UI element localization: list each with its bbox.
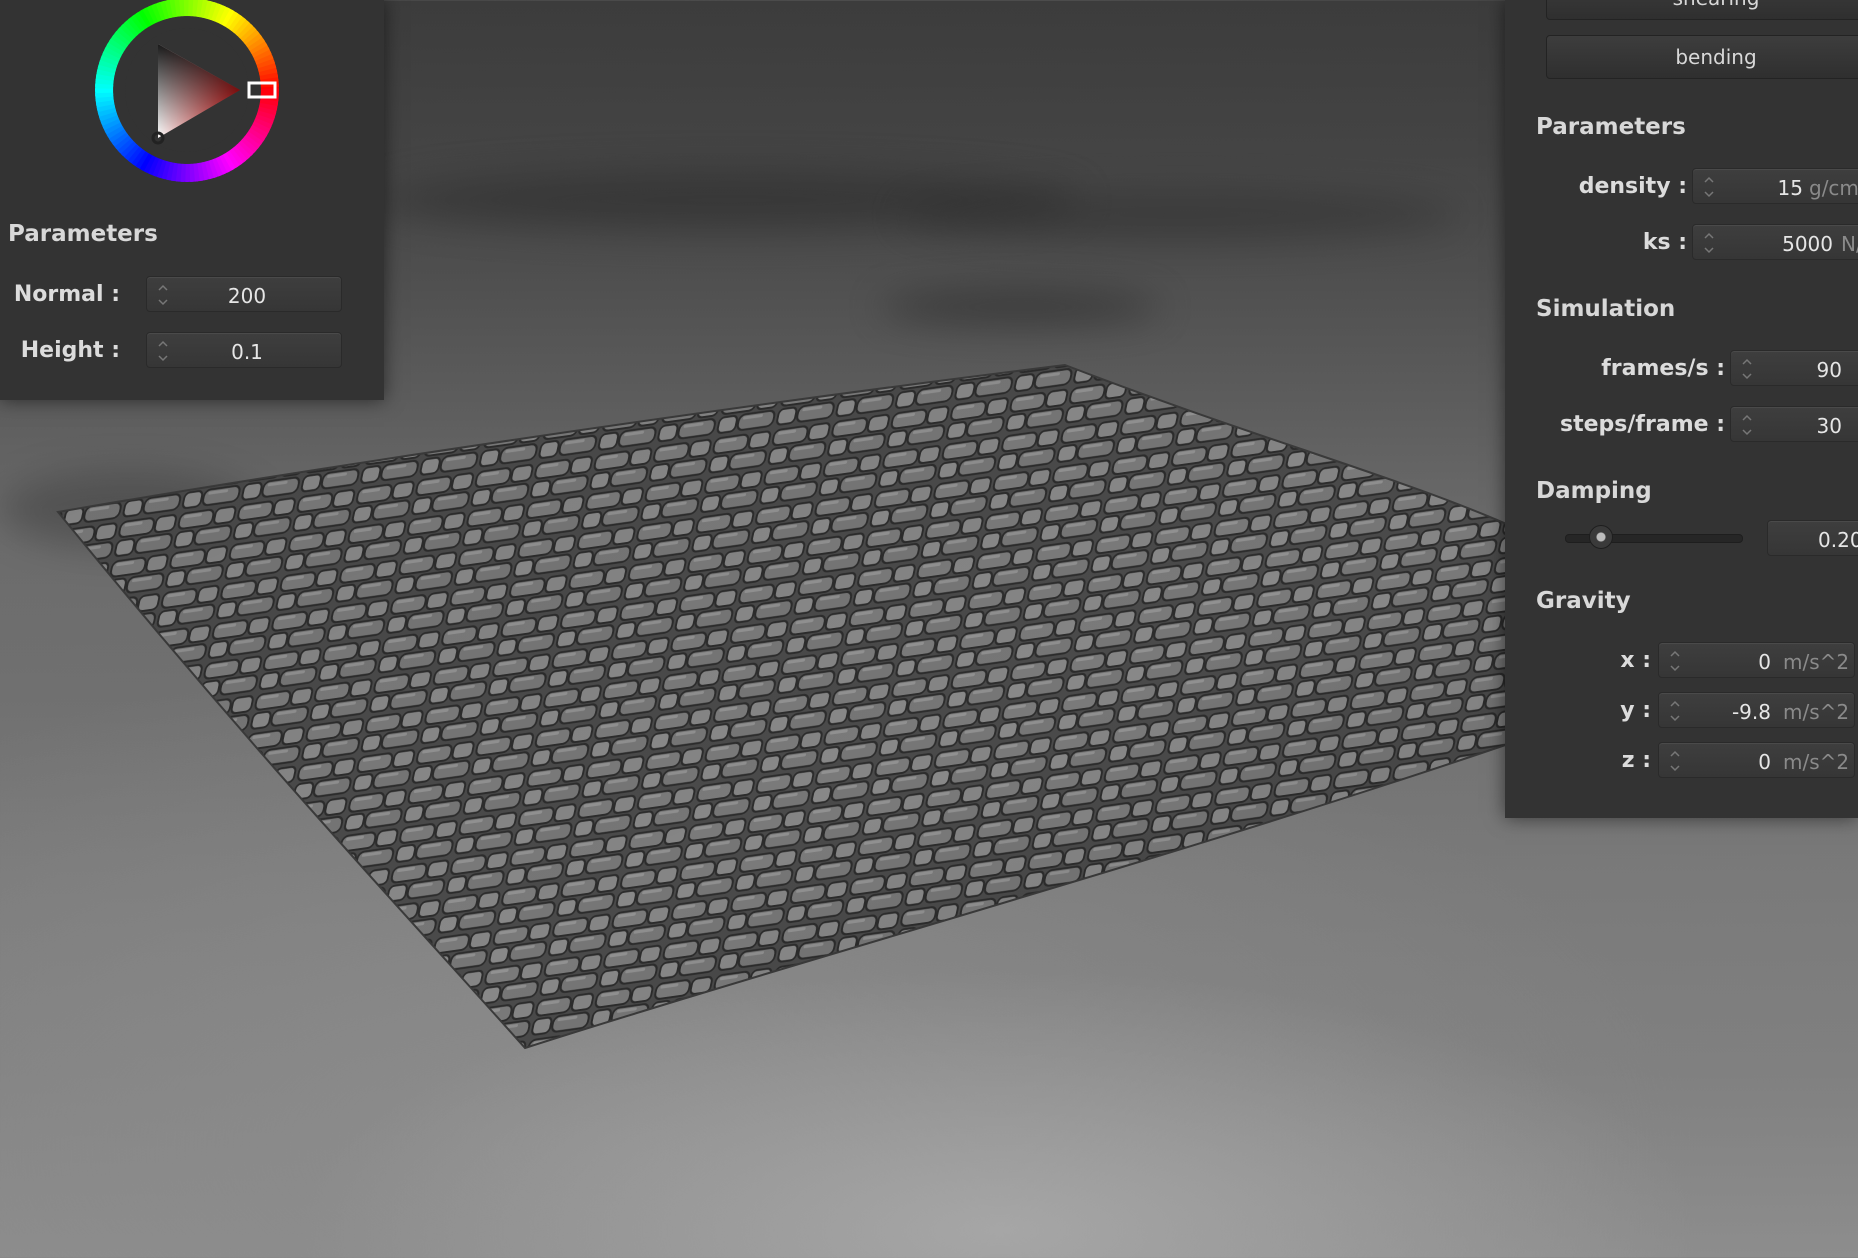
- density-unit: g/cm: [1809, 176, 1858, 200]
- gravity-x-spinbox[interactable]: 0 m/s^2: [1658, 642, 1855, 678]
- gravity-z-unit: m/s^2: [1783, 750, 1850, 774]
- spin-arrows-icon[interactable]: [1669, 747, 1681, 775]
- density-spinbox[interactable]: 15 g/cm: [1692, 168, 1858, 204]
- gravity-z-value: 0: [1758, 750, 1771, 774]
- ks-label: ks :: [1642, 230, 1687, 255]
- normal-value: 200: [227, 284, 267, 308]
- shearing-button[interactable]: shearing: [1546, 0, 1858, 20]
- gravity-z-spinbox[interactable]: 0 m/s^2: [1658, 742, 1855, 778]
- bending-button[interactable]: bending: [1546, 35, 1858, 79]
- slider-handle[interactable]: [1589, 525, 1614, 549]
- right-parameters-title: Parameters: [1536, 114, 1686, 140]
- gravity-title: Gravity: [1536, 588, 1631, 614]
- density-value: 15: [1777, 176, 1803, 200]
- gravity-y-label: y :: [1620, 698, 1651, 723]
- gravity-y-unit: m/s^2: [1783, 700, 1850, 724]
- height-value: 0.1: [231, 340, 263, 364]
- spin-arrows-icon[interactable]: [1703, 173, 1715, 201]
- steps-label: steps/frame :: [1560, 412, 1725, 437]
- spin-arrows-icon[interactable]: [1669, 697, 1681, 725]
- spin-arrows-icon[interactable]: [1741, 411, 1753, 439]
- gravity-z-label: z :: [1621, 748, 1651, 773]
- simulation-title: Simulation: [1536, 296, 1676, 322]
- damping-value-box[interactable]: 0.2000: [1767, 520, 1858, 556]
- left-parameters-title: Parameters: [8, 221, 158, 247]
- height-spinbox[interactable]: 0.1: [146, 332, 342, 368]
- height-label: Height :: [20, 338, 120, 363]
- damping-title: Damping: [1536, 478, 1652, 504]
- normal-spinbox[interactable]: 200: [146, 276, 342, 312]
- steps-spinbox[interactable]: 30: [1730, 406, 1858, 442]
- gravity-x-label: x :: [1620, 648, 1651, 673]
- damping-slider[interactable]: [1565, 525, 1743, 549]
- spin-arrows-icon[interactable]: [157, 281, 169, 309]
- gravity-x-unit: m/s^2: [1783, 650, 1850, 674]
- spin-arrows-icon[interactable]: [1741, 355, 1753, 383]
- ks-value: 5000: [1782, 232, 1833, 256]
- gravity-y-spinbox[interactable]: -9.8 m/s^2: [1658, 692, 1855, 728]
- left-control-panel: Parameters Normal : 200 Height : 0.1: [0, 0, 384, 400]
- spin-arrows-icon[interactable]: [1669, 647, 1681, 675]
- gravity-x-value: 0: [1758, 650, 1771, 674]
- density-label: density :: [1578, 174, 1687, 199]
- steps-value: 30: [1816, 414, 1842, 438]
- fps-value: 90: [1816, 358, 1842, 382]
- spin-arrows-icon[interactable]: [1703, 229, 1715, 257]
- ks-unit: N/: [1841, 232, 1858, 256]
- fps-spinbox[interactable]: 90: [1730, 350, 1858, 386]
- ks-spinbox[interactable]: 5000 N/: [1692, 224, 1858, 260]
- color-wheel[interactable]: [92, 0, 282, 184]
- fps-label: frames/s :: [1601, 356, 1725, 381]
- spin-arrows-icon[interactable]: [157, 337, 169, 365]
- damping-value: 0.2000: [1818, 528, 1858, 552]
- normal-label: Normal :: [13, 282, 120, 307]
- right-control-panel: shearing bending Parameters density : 15…: [1505, 0, 1858, 818]
- gravity-y-value: -9.8: [1731, 700, 1771, 724]
